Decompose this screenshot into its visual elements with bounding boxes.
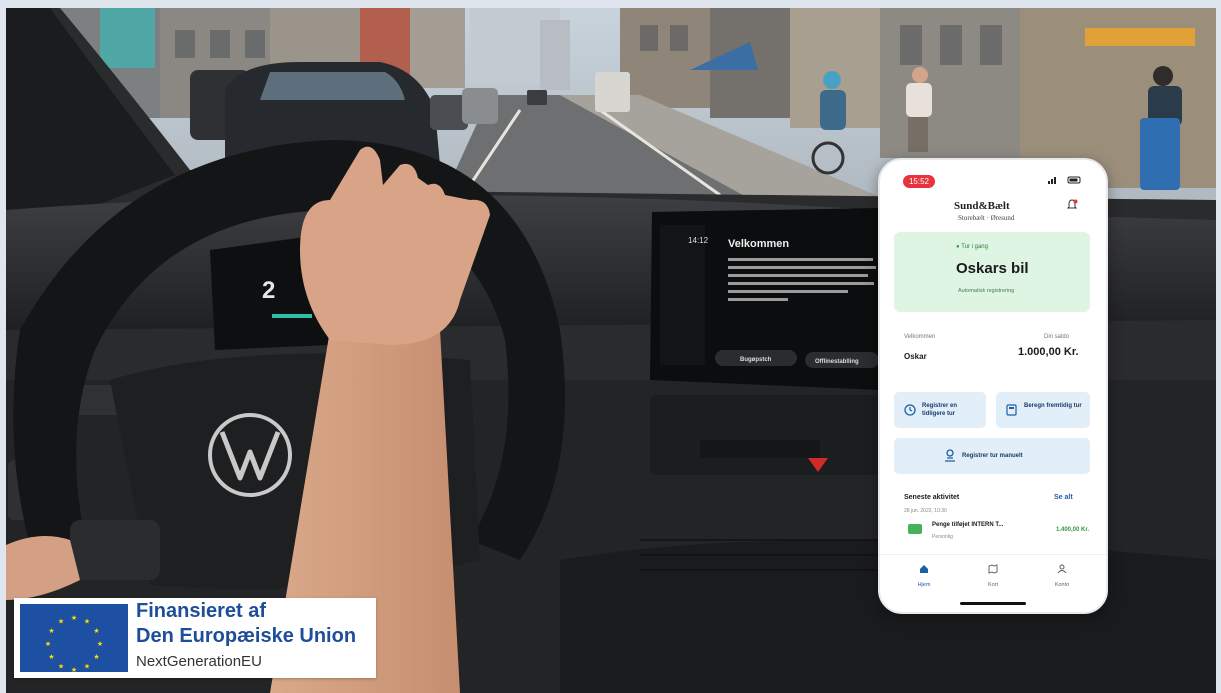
status-dot-icon: ●	[956, 244, 960, 250]
svg-text:★: ★	[71, 614, 77, 622]
svg-text:★: ★	[45, 640, 51, 648]
activity-date: 28 jun. 2022, 10:30	[904, 508, 947, 514]
svg-text:★: ★	[93, 627, 99, 635]
dashboard-time: 14:12	[688, 236, 709, 245]
recent-activity-title: Seneste aktivitet	[904, 494, 960, 501]
trip-status: ● Tur i gang	[956, 244, 988, 250]
svg-text:★: ★	[84, 618, 90, 626]
register-manual-trip-button[interactable]: Registrer tur manuelt	[894, 438, 1090, 474]
status-bar-time: 15:52	[903, 175, 935, 188]
calculate-future-trip-label: Beregn fremtidig tur	[1024, 403, 1082, 409]
phone-app-mockup: 15:52 Sund&Bælt Storebælt · Øresund ● Tu…	[878, 158, 1108, 614]
balance-label: Din saldo	[1044, 334, 1070, 340]
user-icon	[1057, 564, 1067, 574]
svg-text:★: ★	[71, 666, 77, 672]
eu-funding-badge: ★ ★ ★ ★ ★ ★ ★ ★ ★ ★ ★ ★ Finansieret af D…	[14, 598, 376, 678]
eu-badge-line-2: Den Europæiske Union	[136, 625, 357, 647]
map-icon	[988, 564, 998, 574]
calculate-future-trip-button[interactable]: Beregn fremtidig tur	[996, 392, 1090, 428]
status-bar-icons	[1048, 176, 1082, 186]
eu-flag-icon: ★ ★ ★ ★ ★ ★ ★ ★ ★ ★ ★ ★	[20, 604, 128, 672]
svg-text:★: ★	[93, 653, 99, 661]
balance-value: 1.000,00 Kr.	[1018, 346, 1079, 358]
app-logo-subtitle: Storebælt · Øresund	[958, 214, 1015, 222]
nav-item-map[interactable]: Kort	[973, 561, 1013, 588]
see-all-link[interactable]: Se alt	[1054, 494, 1073, 501]
money-icon	[908, 524, 922, 534]
home-indicator	[960, 602, 1026, 605]
svg-text:★: ★	[58, 618, 64, 626]
nav-label-home: Hjem	[917, 582, 931, 588]
signal-battery-icon	[1048, 176, 1081, 184]
nav-label-account: Konto	[1054, 582, 1070, 588]
car-name: Oskars bil	[956, 260, 1029, 277]
svg-text:★: ★	[48, 627, 54, 635]
svg-text:★: ★	[97, 640, 103, 648]
svg-text:★: ★	[48, 653, 54, 661]
clock-icon	[904, 403, 916, 421]
activity-item-amount: 1.400,00 Kr.	[1056, 527, 1090, 533]
home-icon	[920, 565, 928, 573]
eu-badge-line-3: NextGenerationEU	[136, 653, 262, 670]
nav-item-account[interactable]: Konto	[1042, 561, 1082, 588]
nav-item-home[interactable]: Hjem	[904, 561, 944, 588]
dashboard-button-right: Offlinestablling	[815, 359, 859, 365]
app-logo: Sund&Bælt	[954, 200, 1010, 212]
register-past-trip-button[interactable]: Registrer en tidligere tur	[894, 392, 986, 428]
trip-status-label: Tur i gang	[961, 244, 988, 250]
notification-bell-icon[interactable]	[1066, 198, 1078, 216]
welcome-label: Velkommen	[904, 334, 936, 340]
dashboard-title: Velkommen	[728, 238, 789, 250]
activity-item-sub: Personlig	[932, 534, 953, 540]
svg-text:★: ★	[84, 663, 90, 671]
calculator-icon	[1006, 403, 1017, 421]
svg-text:2: 2	[262, 277, 275, 304]
register-past-trip-label: Registrer en tidligere tur	[922, 403, 958, 417]
route-pin-icon	[944, 449, 956, 467]
nav-label-map: Kort	[987, 582, 999, 588]
dashboard-button-left: Bugøpstch	[740, 357, 772, 363]
activity-item-name[interactable]: Penge tilføjet INTERN T...	[932, 522, 1003, 528]
eu-badge-line-1: Finansieret af	[136, 600, 267, 622]
auto-registration-label: Automatisk registrering	[958, 288, 1015, 294]
user-name: Oskar	[904, 352, 927, 361]
register-manual-trip-label: Registrer tur manuelt	[962, 453, 1023, 459]
svg-text:★: ★	[58, 663, 64, 671]
